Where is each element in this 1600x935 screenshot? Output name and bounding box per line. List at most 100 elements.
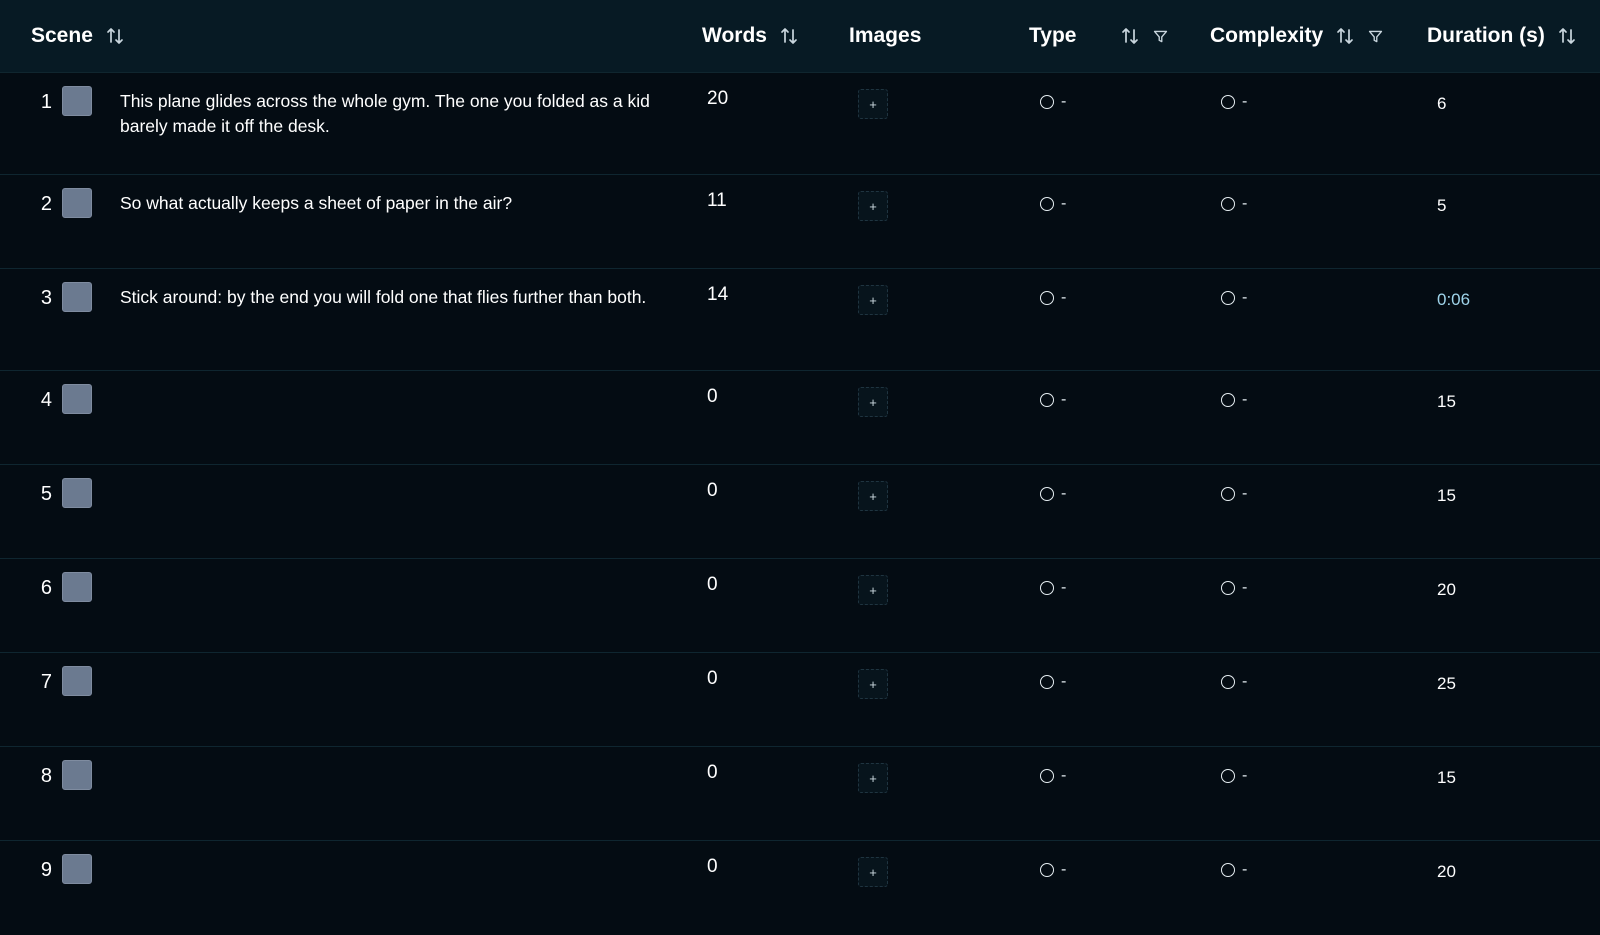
filter-icon[interactable] [1152,28,1169,45]
table-row[interactable]: 7 0 + - - 25 [0,652,1600,747]
complexity-selector[interactable]: - [1221,579,1247,597]
scene-number: 8 [40,765,52,787]
type-value: - [1061,579,1067,596]
table-row[interactable]: 9 0 + - - 20 [0,840,1600,935]
scene-thumbnail[interactable] [62,760,92,790]
sort-icon[interactable] [105,26,125,46]
add-image-button[interactable]: + [858,89,888,119]
add-image-button[interactable]: + [858,669,888,699]
complexity-value: - [1242,195,1248,212]
circle-icon [1221,487,1235,501]
circle-icon [1221,769,1235,783]
word-count: 20 [707,88,729,109]
scene-text[interactable]: Stick around: by the end you will fold o… [120,285,650,310]
column-header-words[interactable]: Words [702,0,799,72]
circle-icon [1040,769,1054,783]
circle-icon [1221,393,1235,407]
plus-icon: + [869,198,877,214]
type-value: - [1061,93,1067,110]
complexity-selector[interactable]: - [1221,861,1247,879]
word-count: 0 [707,668,718,689]
type-selector[interactable]: - [1040,767,1066,785]
duration-value[interactable]: 15 [1437,392,1456,412]
circle-icon [1221,863,1235,877]
add-image-button[interactable]: + [858,285,888,315]
circle-icon [1040,581,1054,595]
type-selector[interactable]: - [1040,673,1066,691]
duration-input[interactable]: 0:06 [1437,290,1470,310]
filter-icon[interactable] [1367,28,1384,45]
scene-thumbnail[interactable] [62,854,92,884]
word-count: 0 [707,386,718,407]
complexity-selector[interactable]: - [1221,485,1247,503]
scene-thumbnail[interactable] [62,478,92,508]
type-selector[interactable]: - [1040,861,1066,879]
add-image-button[interactable]: + [858,763,888,793]
type-selector[interactable]: - [1040,195,1066,213]
duration-value[interactable]: 6 [1437,94,1446,114]
type-header-label: Type [1029,24,1077,47]
images-header-label: Images [849,24,922,47]
scene-thumbnail[interactable] [62,188,92,218]
type-selector[interactable]: - [1040,93,1066,111]
sort-icon[interactable] [1120,26,1140,46]
complexity-selector[interactable]: - [1221,767,1247,785]
complexity-selector[interactable]: - [1221,391,1247,409]
scene-number: 3 [40,287,52,309]
circle-icon [1040,487,1054,501]
table-row[interactable]: 3 Stick around: by the end you will fold… [0,268,1600,371]
duration-value[interactable]: 25 [1437,674,1456,694]
column-header-images: Images [849,0,921,72]
scene-thumbnail[interactable] [62,282,92,312]
add-image-button[interactable]: + [858,857,888,887]
plus-icon: + [869,582,877,598]
table-row[interactable]: 5 0 + - - 15 [0,464,1600,559]
type-selector[interactable]: - [1040,485,1066,503]
table-row[interactable]: 1 This plane glides across the whole gym… [0,72,1600,175]
plus-icon: + [869,770,877,786]
scene-thumbnail[interactable] [62,384,92,414]
type-selector[interactable]: - [1040,391,1066,409]
add-image-button[interactable]: + [858,575,888,605]
table-row[interactable]: 8 0 + - - 15 [0,746,1600,841]
sort-icon[interactable] [779,26,799,46]
circle-icon [1040,197,1054,211]
column-header-scene[interactable]: Scene [31,0,125,72]
plus-icon: + [869,292,877,308]
add-image-button[interactable]: + [858,481,888,511]
complexity-selector[interactable]: - [1221,93,1247,111]
sort-icon[interactable] [1335,26,1355,46]
complexity-selector[interactable]: - [1221,195,1247,213]
duration-value[interactable]: 20 [1437,862,1456,882]
sort-icon[interactable] [1557,26,1577,46]
scene-text[interactable]: This plane glides across the whole gym. … [120,89,650,139]
column-header-complexity[interactable]: Complexity [1210,0,1384,72]
duration-value[interactable]: 5 [1437,196,1446,216]
complexity-selector[interactable]: - [1221,673,1247,691]
scene-thumbnail[interactable] [62,86,92,116]
words-header-label: Words [702,24,767,47]
circle-icon [1040,863,1054,877]
table-row[interactable]: 2 So what actually keeps a sheet of pape… [0,174,1600,269]
complexity-selector[interactable]: - [1221,289,1247,307]
scene-header-label: Scene [31,24,93,47]
scene-table: Scene Words Images Type Complexity Durat… [0,0,1600,935]
word-count: 0 [707,574,718,595]
circle-icon [1040,675,1054,689]
column-header-duration[interactable]: Duration (s) [1427,0,1577,72]
table-row[interactable]: 4 0 + - - 15 [0,370,1600,465]
scene-text[interactable]: So what actually keeps a sheet of paper … [120,191,650,216]
duration-value[interactable]: 15 [1437,768,1456,788]
column-header-type[interactable]: Type [1029,0,1169,72]
add-image-button[interactable]: + [858,387,888,417]
duration-value[interactable]: 15 [1437,486,1456,506]
duration-value[interactable]: 20 [1437,580,1456,600]
scene-thumbnail[interactable] [62,572,92,602]
type-selector[interactable]: - [1040,289,1066,307]
complexity-value: - [1242,485,1248,502]
table-row[interactable]: 6 0 + - - 20 [0,558,1600,653]
scene-thumbnail[interactable] [62,666,92,696]
scene-number: 7 [40,671,52,693]
type-selector[interactable]: - [1040,579,1066,597]
add-image-button[interactable]: + [858,191,888,221]
